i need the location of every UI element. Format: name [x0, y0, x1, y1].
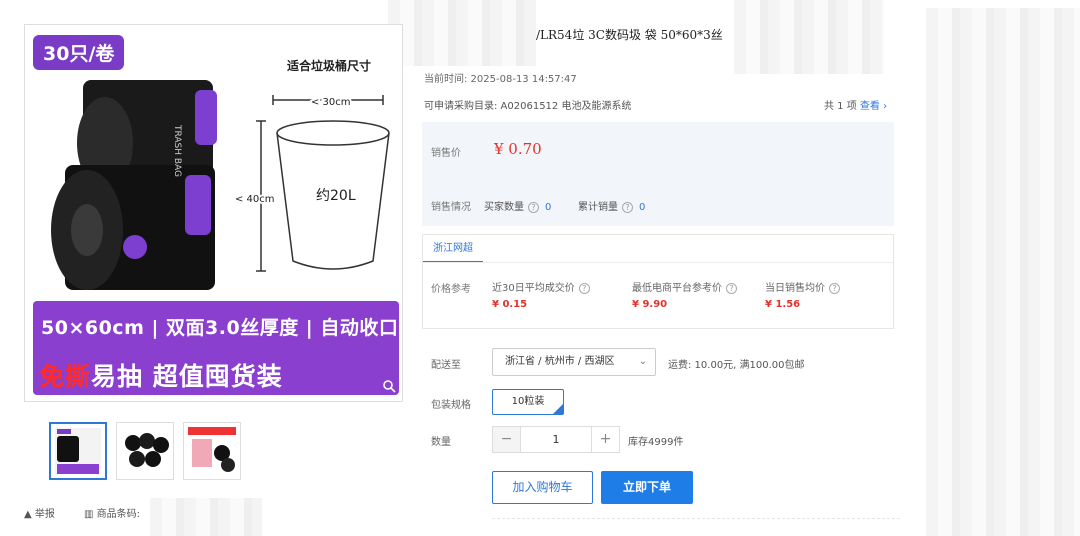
masked-region-right [926, 8, 1080, 536]
chevron-right-icon: › [883, 101, 888, 112]
price-value: ¥ 0.70 [494, 140, 542, 158]
current-time: 当前时间: 2025-08-13 14:57:47 [424, 74, 577, 85]
catalog-count-text: 共 1 项 [824, 101, 857, 112]
total-sales-value: 0 [639, 202, 646, 213]
thumbnail-2[interactable] [116, 422, 174, 480]
ref-col-title-30day: 近30日平均成交价? [492, 279, 590, 294]
ref-col-title-daily: 当日销售均价? [765, 279, 840, 294]
ref-col-value-daily: ¥ 1.56 [765, 299, 801, 310]
total-sales: 累计销量? 0 [578, 198, 645, 213]
price-label: 销售价 [431, 148, 461, 159]
spec-option-10[interactable]: 10粒装 [492, 389, 564, 415]
promo-slogan-rest: 易抽 超值囤货装 [91, 362, 283, 391]
increment-button[interactable]: + [591, 427, 619, 452]
selected-check-icon [553, 404, 563, 414]
help-icon[interactable]: ? [829, 282, 840, 294]
divider [492, 518, 900, 519]
delivery-location-select[interactable]: 浙江省 / 杭州市 / 西湖区 ⌄ [492, 348, 656, 376]
masked-region-barcode [150, 498, 262, 536]
promo-spec-text: 50×60cm | 双面3.0丝厚度 | 自动收口 [41, 317, 399, 339]
buyers-value: 0 [545, 202, 552, 213]
stock-info: 库存4999件 [628, 437, 684, 448]
buy-now-button[interactable]: 立即下单 [601, 471, 693, 504]
bag-label: TRASH BAG [172, 124, 182, 177]
masked-region-title-end [734, 0, 884, 74]
decrement-button[interactable]: − [493, 427, 521, 452]
help-icon[interactable]: ? [726, 282, 737, 294]
price-reference-label: 价格参考 [431, 284, 471, 295]
report-label: 举报 [34, 509, 55, 520]
catalog-count: 共 1 项 查看 › [824, 97, 887, 112]
main-product-image[interactable]: 30只/卷 适合垃圾桶尺寸 约20L < 30cm < 40cm TRASH B… [24, 24, 403, 402]
ref-col-value-30day: ¥ 0.15 [492, 299, 528, 310]
help-icon[interactable]: ? [578, 282, 590, 294]
delivery-location-value: 浙江省 / 杭州市 / 西湖区 [505, 356, 615, 367]
spec-option-label: 10粒装 [511, 396, 545, 407]
zoom-icon[interactable] [380, 379, 398, 397]
buyers-count: 买家数量? 0 [484, 198, 551, 213]
tab-zhejiang-mall[interactable]: 浙江网超 [423, 235, 483, 263]
delivery-label: 配送至 [431, 360, 461, 371]
quantity-input[interactable]: 1 [521, 427, 591, 452]
chevron-down-icon: ⌄ [638, 356, 647, 367]
report-link[interactable]: ▲ 举报 [24, 505, 55, 520]
quantity-label: 数量 [431, 437, 451, 448]
height-dim-label: < 40cm [235, 194, 275, 205]
ref-col-title-lowest: 最低电商平台参考价? [632, 279, 737, 294]
width-dim-label: < 30cm [311, 97, 351, 108]
volume-label: 约20L [316, 188, 356, 204]
divider [423, 262, 893, 263]
thumbnail-3[interactable] [183, 422, 241, 480]
ref-col-value-lowest: ¥ 9.90 [632, 299, 668, 310]
product-title: /LR54垃 3C数码圾 袋 50*60*3丝 [536, 28, 723, 42]
buyers-label: 买家数量 [484, 202, 524, 213]
promo-slogan: 免撕易抽 超值囤货装 [39, 357, 283, 393]
warning-icon: ▲ [24, 509, 32, 520]
barcode-field: ▥ 商品条码: [84, 505, 140, 520]
barcode-label: 商品条码: [96, 509, 141, 520]
spec-label: 包装规格 [431, 400, 471, 411]
add-to-cart-button[interactable]: 加入购物车 [492, 471, 593, 504]
barcode-icon: ▥ [84, 509, 94, 520]
help-icon[interactable]: ? [528, 201, 539, 213]
quantity-stepper: − 1 + [492, 426, 620, 453]
procurement-catalog: 可申请采购目录: A02061512 电池及能源系统 [424, 101, 632, 112]
total-sales-label: 累计销量 [578, 202, 618, 213]
promo-slogan-highlight: 免撕 [39, 362, 92, 391]
view-catalog-link[interactable]: 查看 › [860, 101, 887, 112]
help-icon[interactable]: ? [622, 201, 633, 213]
thumbnail-1[interactable] [49, 422, 107, 480]
shipping-info: 运费: 10.00元, 满100.00包邮 [668, 360, 805, 371]
masked-region-title [388, 0, 536, 66]
sales-label: 销售情况 [431, 202, 471, 213]
